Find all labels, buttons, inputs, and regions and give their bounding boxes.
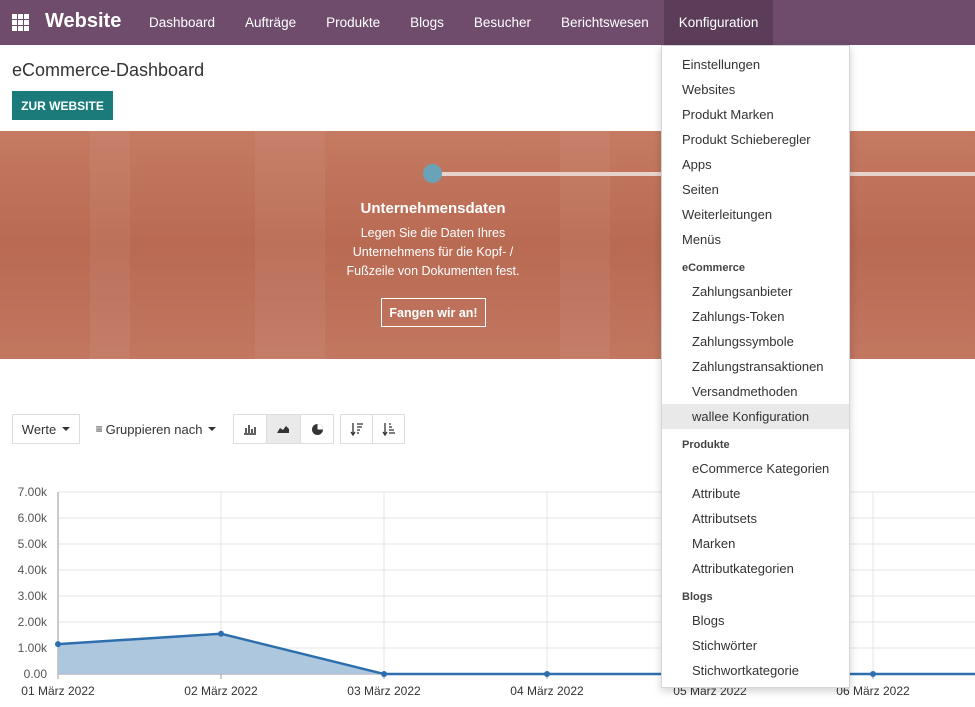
onboarding-step-description: Legen Sie die Daten Ihres Unternehmens f… [346, 226, 520, 278]
menu-item-ecommerce-kategorien[interactable]: eCommerce Kategorien [662, 456, 849, 481]
menu-blogs[interactable]: Blogs [395, 0, 459, 45]
onboarding-step-dot[interactable] [423, 164, 442, 183]
menu-section-ecommerce: eCommerce [682, 262, 745, 274]
pie-chart-icon [311, 423, 323, 435]
banner-decoration [90, 131, 130, 359]
sort-ascending-icon [381, 423, 395, 436]
bar-chart-button[interactable] [233, 414, 267, 444]
caret-down-icon [62, 427, 71, 431]
data-point [218, 630, 224, 637]
x-tick-label: 04 März 2022 [510, 684, 584, 698]
x-tick-label: 01 März 2022 [21, 684, 95, 698]
menu-item-attributkategorien[interactable]: Attributkategorien [662, 556, 849, 581]
menu-konfiguration[interactable]: Konfiguration [663, 0, 774, 45]
main-menu: Dashboard Aufträge Produkte Blogs Besuch… [134, 0, 774, 45]
menu-dashboard[interactable]: Dashboard [134, 0, 230, 45]
line-chart-button[interactable] [266, 414, 301, 444]
menu-berichtswesen[interactable]: Berichtswesen [546, 0, 664, 45]
pie-chart-button[interactable] [300, 414, 334, 444]
start-onboarding-button[interactable]: Fangen wir an! [381, 298, 486, 327]
group-by-label: Gruppieren nach [105, 421, 203, 437]
banner-decoration [560, 131, 610, 359]
y-tick-label: 5.00k [18, 537, 48, 551]
configuration-dropdown-menu: Einstellungen Websites Produkt Marken Produ… [661, 45, 850, 688]
y-tick-label: 1.00k [18, 641, 48, 655]
menu-item-zahlungssymbole[interactable]: Zahlungssymbole [662, 329, 849, 354]
menu-item-versandmethoden[interactable]: Versandmethoden [662, 379, 849, 404]
menu-item-marken[interactable]: Marken [662, 531, 849, 556]
y-tick-label: 0.00 [24, 667, 48, 681]
list-icon: ≡ [95, 422, 103, 436]
menu-item-seiten[interactable]: Seiten [662, 177, 849, 202]
sort-descending-button[interactable] [340, 414, 373, 444]
caret-down-icon [208, 427, 217, 431]
y-tick-label: 2.00k [18, 615, 48, 629]
menu-item-produkt-schieberegler[interactable]: Produkt Schieberegler [662, 127, 849, 152]
data-point [544, 671, 550, 677]
y-tick-label: 7.00k [18, 485, 48, 499]
menu-section-blogs: Blogs [682, 591, 713, 603]
go-to-website-button[interactable]: ZUR WEBSITE [12, 91, 113, 120]
menu-item-blogs[interactable]: Blogs [662, 608, 849, 633]
menu-item-attributsets[interactable]: Attributsets [662, 506, 849, 531]
banner-decoration [255, 131, 325, 359]
menu-item-attribute[interactable]: Attribute [662, 481, 849, 506]
data-point [870, 671, 876, 677]
menu-besucher[interactable]: Besucher [459, 0, 546, 45]
menu-item-stichw-rter[interactable]: Stichwörter [662, 633, 849, 658]
menu-item-zahlungs-token[interactable]: Zahlungs-Token [662, 304, 849, 329]
menu-item-zahlungsanbieter[interactable]: Zahlungsanbieter [662, 279, 849, 304]
data-point [55, 641, 61, 648]
menu-item-stichwortkategorie[interactable]: Stichwortkategorie [662, 658, 849, 683]
menu-auftraege[interactable]: Aufträge [230, 0, 311, 45]
bar-chart-icon [244, 425, 256, 435]
app-brand[interactable]: Website [45, 10, 121, 33]
app-grid-icon[interactable] [12, 14, 29, 31]
y-tick-label: 3.00k [18, 589, 48, 603]
sort-ascending-button[interactable] [372, 414, 405, 444]
measures-label: Werte [21, 421, 57, 437]
data-point [381, 671, 387, 677]
line-chart-icon [277, 426, 290, 434]
onboarding-step-title: Unternehmensdaten [360, 200, 506, 217]
menu-item-einstellungen[interactable]: Einstellungen [662, 52, 849, 77]
top-navbar: Website Dashboard Aufträge Produkte Blog… [0, 0, 975, 45]
menu-item-apps[interactable]: Apps [662, 152, 849, 177]
y-tick-label: 4.00k [18, 563, 48, 577]
x-tick-label: 02 März 2022 [184, 684, 258, 698]
measures-dropdown[interactable]: Werte [12, 414, 80, 444]
y-tick-label: 6.00k [18, 511, 48, 525]
x-tick-label: 03 März 2022 [347, 684, 421, 698]
menu-item-zahlungstransaktionen[interactable]: Zahlungstransaktionen [662, 354, 849, 379]
menu-item-weiterleitungen[interactable]: Weiterleitungen [662, 202, 849, 227]
menu-produkte[interactable]: Produkte [311, 0, 395, 45]
menu-item-produkt-marken[interactable]: Produkt Marken [662, 102, 849, 127]
page-title: eCommerce-Dashboard [12, 60, 205, 80]
menu-item-wallee-konfiguration[interactable]: wallee Konfiguration [662, 404, 849, 429]
menu-item-men-s[interactable]: Menüs [662, 227, 849, 252]
group-by-dropdown[interactable]: ≡ Gruppieren nach [90, 414, 222, 444]
sort-descending-icon [349, 423, 363, 436]
menu-section-produkte: Produkte [682, 439, 730, 451]
menu-item-websites[interactable]: Websites [662, 77, 849, 102]
